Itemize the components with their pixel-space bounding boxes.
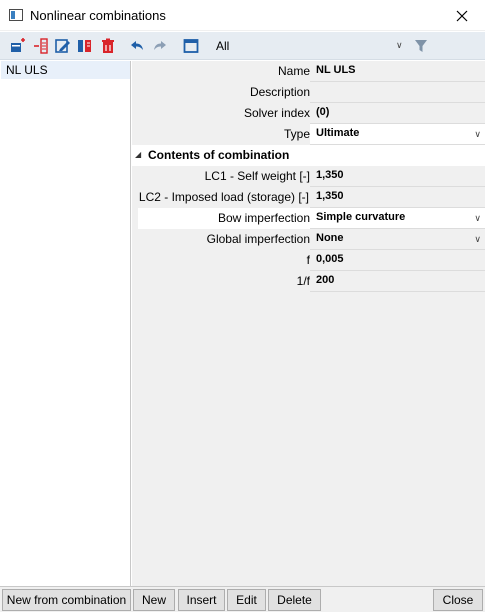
- edit-button[interactable]: Edit: [227, 589, 266, 611]
- window-view-icon[interactable]: [182, 37, 200, 55]
- window-icon: [9, 9, 23, 21]
- property-f-row: f 0,005: [132, 250, 485, 271]
- chevron-down-icon[interactable]: ∨: [474, 234, 481, 245]
- property-solver-row: Solver index (0): [132, 103, 485, 124]
- edit-icon[interactable]: [54, 37, 72, 55]
- chevron-down-icon[interactable]: ∨: [474, 129, 481, 140]
- toolbar: All ∨: [0, 32, 485, 60]
- new-icon[interactable]: [9, 37, 27, 55]
- filter-label: All: [216, 39, 230, 53]
- title-bar: Nonlinear combinations: [0, 0, 485, 31]
- name-value[interactable]: NL ULS: [310, 61, 485, 82]
- property-inv-f-row: 1/f 200: [132, 271, 485, 292]
- undo-icon[interactable]: [128, 37, 146, 55]
- insert-icon[interactable]: [32, 37, 50, 55]
- type-select[interactable]: Ultimate ∨: [310, 124, 485, 145]
- type-label: Type: [283, 127, 310, 141]
- global-imperfection-label: Global imperfection: [206, 232, 310, 246]
- lc2-value[interactable]: 1,350: [310, 187, 485, 208]
- button-bar: New from combination New Insert Edit Del…: [0, 586, 485, 612]
- solver-index-value[interactable]: (0): [310, 103, 485, 124]
- copy-icon[interactable]: [76, 37, 94, 55]
- property-global-row: Global imperfection None ∨: [132, 229, 485, 250]
- combination-list: NL ULS: [1, 61, 131, 586]
- property-bow-row: Bow imperfection Simple curvature ∨: [132, 208, 485, 229]
- delete-icon[interactable]: [99, 37, 117, 55]
- close-icon: [456, 10, 468, 21]
- description-label: Description: [249, 85, 310, 99]
- property-description-row: Description: [132, 82, 485, 103]
- property-lc1-row: LC1 - Self weight [-] 1,350: [132, 166, 485, 187]
- lc1-value[interactable]: 1,350: [310, 166, 485, 187]
- type-value: Ultimate: [316, 127, 360, 139]
- inv-f-value[interactable]: 200: [310, 271, 485, 292]
- lc2-label: LC2 - Imposed load (storage) [-]: [138, 190, 309, 204]
- delete-button[interactable]: Delete: [268, 589, 321, 611]
- global-imperfection-value: None: [316, 232, 344, 244]
- property-grid: Name NL ULS Description Solver index (0)…: [132, 61, 485, 586]
- filter-dropdown-chevron-icon[interactable]: ∨: [396, 40, 403, 51]
- name-label: Name: [277, 64, 310, 78]
- property-lc2-row: LC2 - Imposed load (storage) [-] 1,350: [132, 187, 485, 208]
- bow-imperfection-select[interactable]: Simple curvature ∨: [310, 208, 485, 229]
- lc1-label: LC1 - Self weight [-]: [204, 169, 310, 183]
- list-item[interactable]: NL ULS: [1, 61, 130, 79]
- chevron-down-icon[interactable]: ∨: [474, 213, 481, 224]
- property-name-row: Name NL ULS: [132, 61, 485, 82]
- filter-icon[interactable]: [412, 37, 430, 55]
- insert-button[interactable]: Insert: [178, 589, 225, 611]
- close-button[interactable]: Close: [433, 589, 483, 611]
- redo-icon[interactable]: [151, 37, 169, 55]
- new-from-combination-button[interactable]: New from combination: [2, 589, 131, 611]
- property-type-row: Type Ultimate ∨: [132, 124, 485, 145]
- collapse-triangle-icon[interactable]: ◢: [135, 150, 141, 159]
- section-label: Contents of combination: [148, 148, 290, 162]
- bow-imperfection-label: Bow imperfection: [217, 211, 310, 225]
- contents-section-header[interactable]: ◢ Contents of combination: [132, 145, 485, 166]
- solver-index-label: Solver index: [243, 106, 310, 120]
- new-button[interactable]: New: [133, 589, 175, 611]
- inv-f-label: 1/f: [296, 274, 310, 288]
- window-title: Nonlinear combinations: [30, 8, 166, 23]
- bow-imperfection-value: Simple curvature: [316, 211, 406, 223]
- close-window-button[interactable]: [439, 0, 485, 31]
- global-imperfection-select[interactable]: None ∨: [310, 229, 485, 250]
- description-value[interactable]: [310, 82, 485, 103]
- f-value[interactable]: 0,005: [310, 250, 485, 271]
